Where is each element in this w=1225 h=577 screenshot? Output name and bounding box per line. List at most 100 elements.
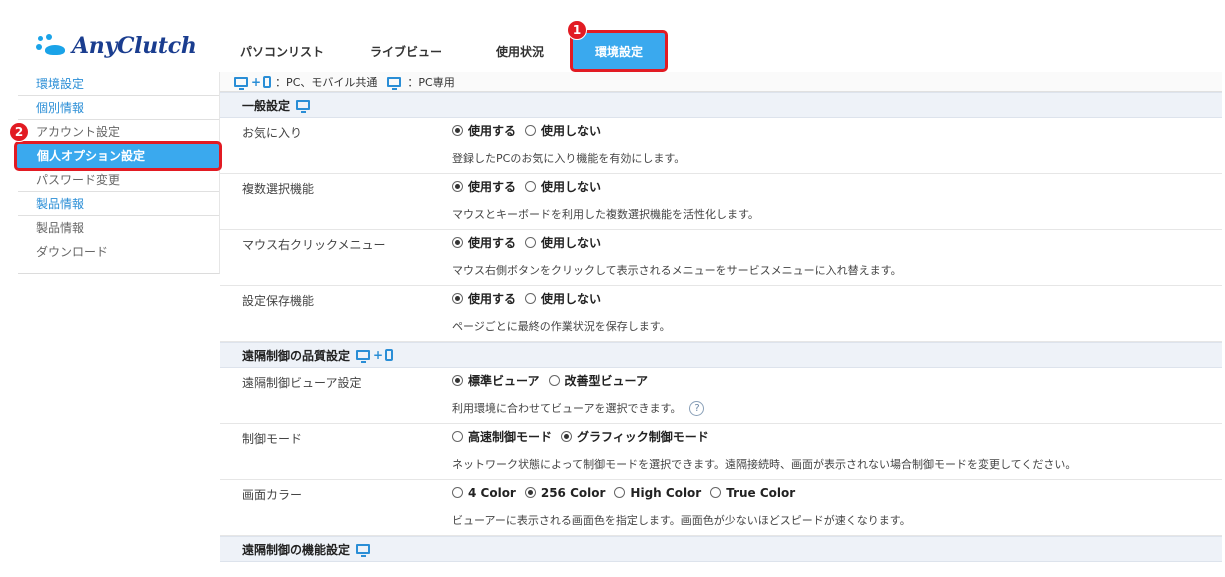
radio-selected-icon bbox=[561, 431, 573, 442]
radio-unselected-icon bbox=[525, 237, 537, 248]
option-label: 標準ビューア bbox=[468, 374, 540, 388]
setting-row: お気に入り 使用する 使用しない 登録したPCのお気に入り機能を有効にします。 bbox=[220, 118, 1222, 174]
setting-description: ビューアーに表示される画面色を指定します。画面色が少ないほどスピードが速くなりま… bbox=[452, 514, 911, 527]
setting-row: 遠隔制御ビューア設定 標準ビューア 改善型ビューア 利用環境に合わせてビューアを… bbox=[220, 368, 1222, 424]
radio-option[interactable]: 標準ビューア bbox=[452, 372, 540, 389]
tab-pc-list[interactable]: パソコンリスト bbox=[222, 30, 342, 72]
sidebar-item-download[interactable]: ダウンロード bbox=[18, 240, 219, 264]
setting-description: マウスとキーボードを利用した複数選択機能を活性化します。 bbox=[452, 208, 759, 221]
help-icon[interactable]: ? bbox=[689, 400, 705, 416]
top-tabs: パソコンリスト ライブビュー 使用状況 環境設定 bbox=[222, 30, 668, 72]
radio-option[interactable]: 高速制御モード bbox=[452, 428, 552, 445]
radio-unselected-icon bbox=[525, 293, 537, 304]
radio-unselected-icon bbox=[452, 431, 463, 442]
setting-description: 利用環境に合わせてビューアを選択できます。 ? bbox=[452, 393, 1222, 423]
sidebar-item-individual-info[interactable]: 個別情報 bbox=[18, 96, 219, 120]
setting-label: マウス右クリックメニュー bbox=[242, 238, 386, 252]
sidebar-item-personal-options[interactable]: 個人オプション設定 bbox=[14, 141, 222, 171]
setting-row: 画面カラー 4 Color 256 Color High Color True … bbox=[220, 480, 1222, 536]
description-text: 利用環境に合わせてビューアを選択できます。 bbox=[452, 402, 682, 415]
option-label: 使用する bbox=[468, 180, 517, 194]
radio-option[interactable]: 使用しない bbox=[525, 234, 601, 251]
setting-label: お気に入り bbox=[242, 126, 303, 140]
section-title: 一般設定 bbox=[242, 98, 291, 113]
radio-option[interactable]: High Color bbox=[614, 486, 701, 500]
radio-selected-icon bbox=[452, 125, 463, 136]
radio-option[interactable]: 使用する bbox=[452, 290, 516, 307]
section-title: 遠隔制御の機能設定 bbox=[242, 542, 351, 557]
step-badge-2: 2 bbox=[9, 122, 29, 142]
setting-description: ネットワーク状態によって制御モードを選択できます。遠隔接続時、画面が表示されない… bbox=[452, 458, 1077, 471]
setting-row: 複数選択機能 使用する 使用しない マウスとキーボードを利用した複数選択機能を活… bbox=[220, 174, 1222, 230]
setting-description: マウス右側ボタンをクリックして表示されるメニューをサービスメニューに入れ替えます… bbox=[452, 264, 902, 277]
step-badge-1: 1 bbox=[567, 20, 587, 40]
setting-label: 設定保存機能 bbox=[242, 294, 315, 308]
radio-option[interactable]: 使用する bbox=[452, 178, 516, 195]
option-label: 使用しない bbox=[541, 180, 602, 194]
setting-label: 遠隔制御ビューア設定 bbox=[242, 376, 362, 390]
radio-option[interactable]: 使用しない bbox=[525, 122, 601, 139]
pc-icon bbox=[296, 100, 311, 113]
setting-description: 登録したPCのお気に入り機能を有効にします。 bbox=[452, 152, 686, 165]
setting-description: ページごとに最終の作業状況を保存します。 bbox=[452, 320, 671, 333]
radio-unselected-icon bbox=[452, 487, 463, 498]
sidebar: 環境設定 個別情報 アカウント設定 個人オプション設定 パスワード変更 製品情報… bbox=[14, 72, 222, 274]
option-label: 4 Color bbox=[468, 485, 516, 500]
radio-option[interactable]: 使用する bbox=[452, 234, 516, 251]
section-general: 一般設定 bbox=[220, 92, 1222, 118]
option-label: 使用しない bbox=[541, 236, 602, 250]
radio-option[interactable]: 256 Color bbox=[524, 485, 606, 500]
setting-label: 制御モード bbox=[242, 432, 303, 446]
radio-option[interactable]: グラフィック制御モード bbox=[561, 428, 709, 445]
legend-pc-text: ：PC専用 bbox=[407, 75, 455, 89]
option-label: High Color bbox=[630, 485, 702, 500]
logo-dots-icon bbox=[36, 34, 66, 58]
pc-icon bbox=[234, 76, 248, 90]
section-remote-features: 遠隔制御の機能設定 bbox=[220, 536, 1222, 562]
tab-live-view[interactable]: ライブビュー bbox=[342, 30, 470, 72]
pc-icon bbox=[356, 544, 371, 557]
option-label: True Color bbox=[726, 485, 796, 500]
option-label: 高速制御モード bbox=[468, 430, 553, 444]
brand-name: AnyClutch bbox=[72, 33, 197, 59]
option-label: 256 Color bbox=[540, 485, 606, 500]
anyclutch-logo[interactable]: AnyClutch bbox=[36, 30, 197, 62]
option-label: 使用する bbox=[468, 236, 517, 250]
sidebar-item-product-info-header[interactable]: 製品情報 bbox=[18, 192, 219, 216]
option-label: グラフィック制御モード bbox=[577, 430, 709, 444]
radio-option[interactable]: 使用しない bbox=[525, 178, 601, 195]
pc-icon bbox=[387, 76, 402, 90]
plus-icon: + bbox=[251, 74, 262, 89]
legend-common-text: ：PC、モバイル共通 bbox=[275, 75, 378, 89]
setting-row: マウス右クリックメニュー 使用する 使用しない マウス右側ボタンをクリックして表… bbox=[220, 230, 1222, 286]
mobile-icon bbox=[385, 349, 394, 361]
radio-option[interactable]: True Color bbox=[710, 486, 795, 500]
option-label: 使用する bbox=[468, 124, 517, 138]
radio-selected-icon bbox=[452, 181, 463, 192]
radio-option[interactable]: 4 Color bbox=[452, 486, 516, 500]
setting-label: 複数選択機能 bbox=[242, 182, 315, 196]
sidebar-item-password-change[interactable]: パスワード変更 bbox=[18, 168, 219, 192]
radio-selected-icon bbox=[524, 487, 536, 498]
option-label: 改善型ビューア bbox=[564, 374, 649, 388]
radio-unselected-icon bbox=[525, 125, 537, 136]
radio-selected-icon bbox=[452, 237, 463, 248]
option-label: 使用しない bbox=[541, 292, 602, 306]
radio-unselected-icon bbox=[525, 181, 537, 192]
pc-icon bbox=[356, 350, 371, 363]
radio-option[interactable]: 使用しない bbox=[525, 290, 601, 307]
radio-option[interactable]: 使用する bbox=[452, 122, 516, 139]
radio-selected-icon bbox=[452, 293, 463, 304]
radio-option[interactable]: 改善型ビューア bbox=[548, 372, 649, 389]
radio-unselected-icon bbox=[614, 487, 626, 498]
settings-panel: + ：PC、モバイル共通 ：PC専用 一般設定 お気に入り 使用する 使用しない… bbox=[220, 72, 1222, 562]
option-label: 使用する bbox=[468, 292, 517, 306]
option-label: 使用しない bbox=[541, 124, 602, 138]
radio-unselected-icon bbox=[548, 375, 560, 386]
tab-usage[interactable]: 使用状況 bbox=[470, 30, 570, 72]
setting-label: 画面カラー bbox=[242, 488, 303, 502]
sidebar-item-product-info[interactable]: 製品情報 bbox=[18, 216, 219, 240]
sidebar-item-settings[interactable]: 環境設定 bbox=[18, 72, 219, 96]
section-remote-quality: 遠隔制御の品質設定 + bbox=[220, 342, 1222, 368]
setting-row: 制御モード 高速制御モード グラフィック制御モード ネットワーク状態によって制御… bbox=[220, 424, 1222, 480]
